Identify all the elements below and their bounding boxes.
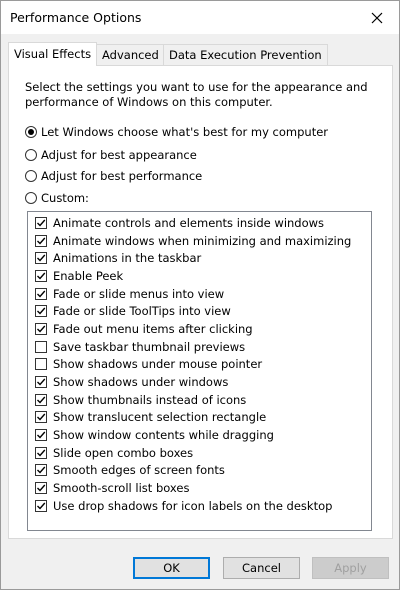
list-item-label: Show shadows under windows [53,374,229,389]
list-item-label: Animate windows when minimizing and maxi… [53,233,352,248]
checkbox[interactable] [35,269,47,282]
list-item-label: Show thumbnails instead of icons [53,392,247,407]
radio-let-windows-choose[interactable]: Let Windows choose what's best for my co… [25,123,328,141]
checkbox[interactable] [35,304,47,317]
checkbox[interactable] [35,463,47,476]
list-item[interactable]: Animate windows when minimizing and maxi… [35,232,351,249]
checkmark-icon [37,290,46,298]
list-item[interactable]: Slide open combo boxes [35,444,193,461]
list-item-label: Fade out menu items after clicking [53,321,253,336]
list-item[interactable]: Enable Peek [35,267,123,284]
visual-effects-list[interactable]: Animate controls and elements inside win… [27,211,372,531]
radio-label: Let Windows choose what's best for my co… [41,125,329,139]
list-item-label: Fade or slide menus into view [53,286,225,301]
ok-button[interactable]: OK [133,557,210,579]
checkmark-icon [37,396,46,404]
checkmark-icon [37,413,46,421]
checkmark-icon [37,272,46,280]
list-item-label: Show shadows under mouse pointer [53,356,263,371]
checkmark-icon [37,325,46,333]
close-icon [371,12,383,23]
tab-advanced[interactable]: Advanced [96,44,165,65]
radio-best-performance[interactable]: Adjust for best performance [25,167,202,185]
tab-visual-effects[interactable]: Visual Effects [8,42,98,66]
checkbox[interactable] [35,216,47,229]
list-item-label: Smooth edges of screen fonts [53,462,225,477]
checkmark-icon [37,219,46,227]
list-item-label: Show window contents while dragging [53,427,274,442]
checkbox[interactable] [35,234,47,247]
checkbox[interactable] [35,251,47,264]
performance-options-dialog: Performance Options Visual Effects Advan… [0,0,400,590]
radio-indicator [25,192,37,204]
tab-data-execution-prevention[interactable]: Data Execution Prevention [163,44,328,65]
radio-label: Adjust for best performance [41,169,203,183]
checkmark-icon [37,502,46,510]
radio-indicator [25,149,37,161]
checkmark-icon [37,431,46,439]
radio-indicator [25,170,37,182]
list-item[interactable]: Fade or slide menus into view [35,285,224,302]
list-item-label: Enable Peek [53,268,124,283]
radio-custom[interactable]: Custom: [25,189,89,207]
radio-label: Adjust for best appearance [41,148,197,162]
checkbox[interactable] [35,499,47,512]
list-item[interactable]: Show shadows under windows [35,373,228,390]
tab-strip: Visual Effects Advanced Data Execution P… [8,42,392,66]
list-item[interactable]: Animate controls and elements inside win… [35,214,324,231]
checkbox[interactable] [35,446,47,459]
list-item[interactable]: Smooth-scroll list boxes [35,479,189,496]
list-item[interactable]: Show thumbnails instead of icons [35,391,246,408]
radio-best-appearance[interactable]: Adjust for best appearance [25,146,197,164]
visual-effects-panel: Select the settings you want to use for … [8,65,393,539]
apply-button[interactable]: Apply [312,557,389,579]
list-item[interactable]: Fade out menu items after clicking [35,320,253,337]
list-item[interactable]: Show translucent selection rectangle [35,408,266,425]
list-item-label: Show translucent selection rectangle [53,409,267,424]
checkmark-icon [37,237,46,245]
list-item[interactable]: Fade or slide ToolTips into view [35,302,231,319]
list-item[interactable]: Show window contents while dragging [35,426,274,443]
checkbox[interactable] [35,375,47,388]
list-item[interactable]: Smooth edges of screen fonts [35,461,225,478]
checkbox[interactable] [35,410,47,423]
checkmark-icon [37,449,46,457]
checkbox[interactable] [35,340,47,353]
list-item[interactable]: Save taskbar thumbnail previews [35,338,245,355]
list-item-label: Slide open combo boxes [53,445,194,460]
checkbox[interactable] [35,357,47,370]
radio-label: Custom: [41,191,89,205]
settings-description: Select the settings you want to use for … [25,80,368,109]
close-button[interactable] [355,1,399,34]
checkbox[interactable] [35,481,47,494]
list-item[interactable]: Animations in the taskbar [35,249,201,266]
checkbox[interactable] [35,393,47,406]
list-item-label: Save taskbar thumbnail previews [53,339,246,354]
list-item-label: Animations in the taskbar [53,250,202,265]
checkbox[interactable] [35,428,47,441]
checkbox[interactable] [35,322,47,335]
checkmark-icon [37,466,46,474]
list-item-label: Smooth-scroll list boxes [53,480,190,495]
list-item-label: Use drop shadows for icon labels on the … [53,498,333,513]
list-item-label: Animate controls and elements inside win… [53,215,325,230]
checkmark-icon [37,378,46,386]
checkbox[interactable] [35,287,47,300]
list-item[interactable]: Show shadows under mouse pointer [35,355,262,372]
radio-indicator [25,126,37,138]
checkmark-icon [37,254,46,262]
list-item-label: Fade or slide ToolTips into view [53,303,231,318]
checkmark-icon [37,307,46,315]
window-title: Performance Options [10,10,142,25]
list-item[interactable]: Use drop shadows for icon labels on the … [35,497,332,514]
title-bar[interactable]: Performance Options [1,1,399,34]
checkmark-icon [37,484,46,492]
cancel-button[interactable]: Cancel [223,557,300,579]
